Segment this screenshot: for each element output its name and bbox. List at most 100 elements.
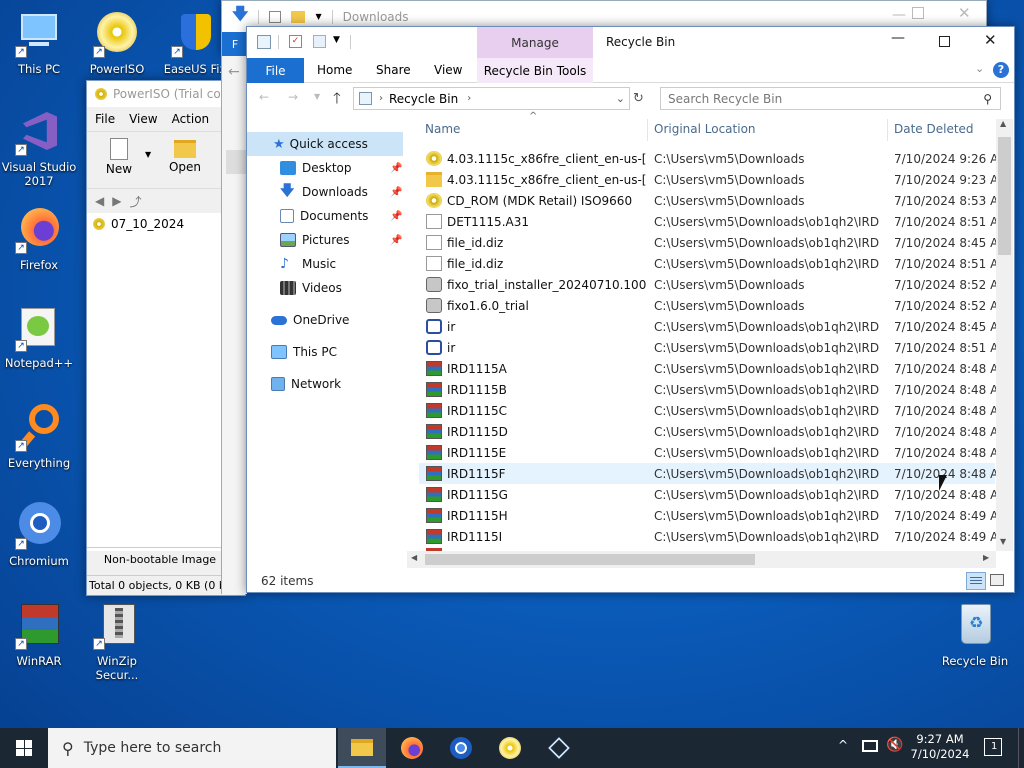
maximize-button[interactable]	[912, 7, 924, 19]
taskbar-poweriso[interactable]	[486, 728, 534, 768]
breadcrumb[interactable]: Recycle Bin	[389, 92, 458, 106]
desktop-icon-poweriso[interactable]: ↗ PowerISO	[77, 10, 157, 76]
explorer-titlebar[interactable]: ✓ ▼ Manage Recycle Bin — ✕	[247, 27, 1014, 58]
properties-icon[interactable]: ✓	[289, 35, 302, 48]
taskbar-search-box[interactable]: ⚲ Type here to search	[48, 728, 336, 768]
desktop-icon-recycle-bin[interactable]: ♻ Recycle Bin	[935, 602, 1015, 668]
taskbar-file-explorer[interactable]	[338, 728, 386, 768]
file-row[interactable]: IRD1115B C:\Users\vm5\Downloads\ob1qh2\IR…	[419, 379, 1009, 400]
close-button[interactable]: ✕	[984, 31, 997, 49]
column-divider[interactable]	[887, 119, 888, 141]
file-row[interactable]: IRD1115H C:\Users\vm5\Downloads\ob1qh2\IR…	[419, 505, 1009, 526]
scroll-left-icon[interactable]: ◀	[411, 553, 417, 562]
nav-quick-access[interactable]: ★ Quick access	[247, 132, 403, 156]
nav-onedrive[interactable]: OneDrive	[247, 308, 403, 332]
pin-icon[interactable]: 📌	[390, 211, 402, 222]
tree-item[interactable]: 07_10_2024	[93, 217, 184, 231]
scroll-down-icon[interactable]: ▼	[1000, 537, 1006, 546]
nav-documents[interactable]: Documents 📌	[247, 204, 403, 228]
qat-dropdown-icon[interactable]: ▼	[315, 12, 321, 21]
nav-pictures[interactable]: Pictures 📌	[247, 228, 403, 252]
file-row[interactable]: fixo1.6.0_trial C:\Users\vm5\Downloads 7/1…	[419, 295, 1009, 316]
tab-share[interactable]: Share	[376, 63, 411, 77]
tab-recycle-bin-tools[interactable]: Recycle Bin Tools	[477, 58, 593, 83]
file-row[interactable]: 4.03.1115c_x86fre_client_en-us-[Inc... C:…	[419, 169, 1009, 190]
desktop-icon-firefox[interactable]: ↗ Firefox	[0, 206, 79, 272]
desktop-icon-notepadpp[interactable]: ↗ Notepad++	[0, 304, 79, 370]
forward-arrow-icon[interactable]: →	[288, 90, 298, 104]
file-row[interactable]: IRD1115E C:\Users\vm5\Downloads\ob1qh2\IR…	[419, 442, 1009, 463]
back-icon[interactable]: ◀	[95, 194, 104, 208]
recycle-bin-window[interactable]: ✓ ▼ Manage Recycle Bin — ✕ File Home Sha…	[246, 26, 1015, 593]
desktop-icon-winrar[interactable]: ↗ WinRAR	[0, 602, 79, 668]
scroll-up-icon[interactable]: ▲	[1000, 119, 1006, 128]
vertical-scrollbar[interactable]: ▲ ▼	[996, 119, 1013, 551]
file-row[interactable]: CD_ROM (MDK Retail) ISO9660 C:\Users\vm5\…	[419, 190, 1009, 211]
address-bar[interactable]: › Recycle Bin › ⌄	[353, 87, 630, 110]
file-row[interactable]: fixo_trial_installer_20240710.1003240 C:\…	[419, 274, 1009, 295]
nav-network[interactable]: Network	[247, 372, 403, 396]
recent-locations-icon[interactable]: ▼	[314, 92, 320, 101]
tab-home[interactable]: Home	[317, 63, 352, 77]
start-button[interactable]	[0, 728, 48, 768]
desktop-icon-chromium[interactable]: ↗ Chromium	[0, 502, 79, 568]
file-row[interactable]: ir C:\Users\vm5\Downloads\ob1qh2\IRD11...…	[419, 337, 1009, 358]
file-row[interactable]: IRD1115I C:\Users\vm5\Downloads\ob1qh2\IR…	[419, 526, 1009, 547]
notification-center-icon[interactable]: 1	[984, 738, 1002, 756]
column-header-date-deleted[interactable]: Date Deleted	[894, 122, 974, 136]
new-folder-icon[interactable]	[291, 10, 306, 23]
back-arrow-icon[interactable]: ←	[228, 64, 240, 80]
menu-action[interactable]: Action	[172, 112, 210, 126]
file-row[interactable]: ir C:\Users\vm5\Downloads\ob1qh2\IRD11...…	[419, 316, 1009, 337]
column-header-original-location[interactable]: Original Location	[654, 122, 756, 136]
tab-file[interactable]: File	[247, 58, 304, 83]
menu-view[interactable]: View	[129, 112, 157, 126]
file-row[interactable]: file_id.diz C:\Users\vm5\Downloads\ob1qh2…	[419, 232, 1009, 253]
close-button[interactable]: ✕	[958, 4, 971, 22]
menu-file[interactable]: File	[95, 112, 115, 126]
clock[interactable]: 9:27 AM 7/10/2024	[910, 732, 970, 762]
column-divider[interactable]	[647, 119, 648, 141]
minimize-button[interactable]: —	[891, 30, 905, 46]
tab-view[interactable]: View	[434, 63, 462, 77]
taskbar-virtualbox[interactable]	[535, 728, 583, 768]
file-row[interactable]: IRD1115C C:\Users\vm5\Downloads\ob1qh2\IR…	[419, 400, 1009, 421]
nav-music[interactable]: ♪ Music	[247, 252, 403, 276]
file-row[interactable]: file_id.diz C:\Users\vm5\Downloads\ob1qh2…	[419, 253, 1009, 274]
desktop-icon-visual-studio[interactable]: ↗ Visual Studio 2017	[0, 108, 79, 188]
address-dropdown-icon[interactable]: ⌄	[616, 92, 625, 105]
help-icon[interactable]: ?	[993, 62, 1009, 78]
open-button[interactable]: Open	[165, 136, 205, 174]
refresh-icon[interactable]: ↻	[633, 91, 644, 106]
scroll-right-icon[interactable]: ▶	[983, 553, 989, 562]
file-row[interactable]: IRD1115F C:\Users\vm5\Downloads\ob1qh2\IR…	[419, 463, 1009, 484]
desktop-icon-this-pc[interactable]: ↗ This PC	[0, 10, 79, 76]
file-row[interactable]: 4.03.1115c_x86fre_client_en-us-[Inc... C:…	[419, 148, 1009, 169]
nav-this-pc[interactable]: This PC	[247, 340, 403, 364]
nav-desktop[interactable]: Desktop 📌	[247, 156, 403, 180]
pin-icon[interactable]: 📌	[390, 235, 402, 246]
horizontal-scroll-thumb[interactable]	[425, 554, 755, 565]
downloads-file-tab[interactable]: F	[222, 32, 248, 56]
large-icons-view-button[interactable]	[990, 574, 1004, 586]
volume-muted-icon[interactable]: 🔇	[886, 737, 903, 753]
new-folder-icon[interactable]	[313, 35, 326, 48]
file-row[interactable]: IRD1115D C:\Users\vm5\Downloads\ob1qh2\IR…	[419, 421, 1009, 442]
show-hidden-icons-chevron-icon[interactable]: ^	[838, 738, 848, 752]
desktop-icon-everything[interactable]: ↗ Everything	[0, 404, 79, 470]
pin-icon[interactable]: 📌	[390, 163, 402, 174]
new-dropdown-arrow[interactable]: ▼	[145, 150, 151, 159]
file-row[interactable]: IRD1115A C:\Users\vm5\Downloads\ob1qh2\IR…	[419, 358, 1009, 379]
network-status-icon[interactable]	[862, 740, 878, 752]
maximize-button[interactable]	[939, 36, 950, 47]
taskbar-chromium[interactable]	[437, 728, 485, 768]
vertical-scroll-thumb[interactable]	[998, 137, 1011, 255]
forward-icon[interactable]: ▶	[112, 194, 121, 208]
pin-icon[interactable]: 📌	[390, 187, 402, 198]
taskbar-firefox[interactable]	[388, 728, 436, 768]
details-view-button[interactable]	[966, 572, 986, 590]
up-arrow-icon[interactable]: 🡑	[333, 88, 341, 113]
ribbon-expand-chevron-icon[interactable]: ⌄	[975, 62, 984, 75]
file-row[interactable]: DET1115.A31 C:\Users\vm5\Downloads\ob1qh2…	[419, 211, 1009, 232]
minimize-button[interactable]: —	[892, 7, 906, 23]
